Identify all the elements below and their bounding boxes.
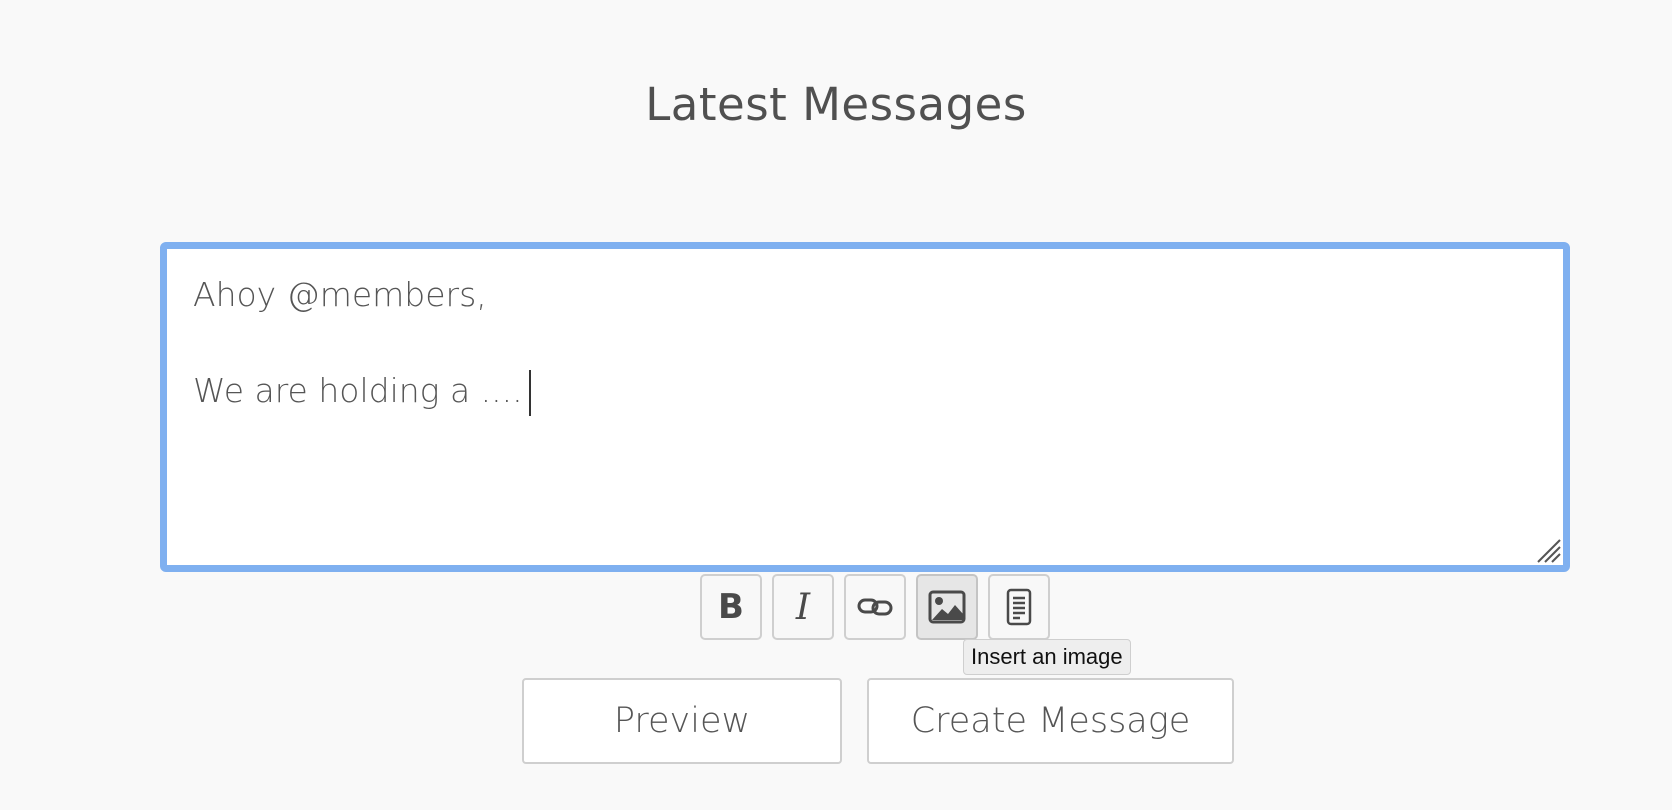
document-icon <box>1006 588 1032 626</box>
italic-icon: I <box>795 586 811 628</box>
bold-icon: B <box>718 587 744 627</box>
text-caret <box>528 369 531 416</box>
message-editor-frame: Ahoy @members, We are holding a .... <box>160 242 1570 572</box>
insert-image-button[interactable] <box>916 574 978 640</box>
insert-image-tooltip: Insert an image <box>963 639 1131 675</box>
message-textarea[interactable]: Ahoy @members, We are holding a .... <box>167 249 1563 565</box>
formatting-toolbar: B I <box>700 574 1050 640</box>
editor-line-3-text: We are holding a .... <box>193 371 523 410</box>
image-icon <box>928 590 966 624</box>
document-button[interactable] <box>988 574 1050 640</box>
bold-button[interactable]: B <box>700 574 762 640</box>
editor-line-2 <box>193 319 1537 367</box>
editor-line-1: Ahoy @members, <box>193 275 487 314</box>
editor-line-3: We are holding a .... <box>193 367 1537 416</box>
page-title: Latest Messages <box>645 78 1027 131</box>
link-icon <box>857 598 893 616</box>
preview-button[interactable]: Preview <box>522 678 842 764</box>
create-message-button[interactable]: Create Message <box>867 678 1234 764</box>
italic-button[interactable]: I <box>772 574 834 640</box>
link-button[interactable] <box>844 574 906 640</box>
resize-handle-icon[interactable] <box>1533 535 1561 563</box>
